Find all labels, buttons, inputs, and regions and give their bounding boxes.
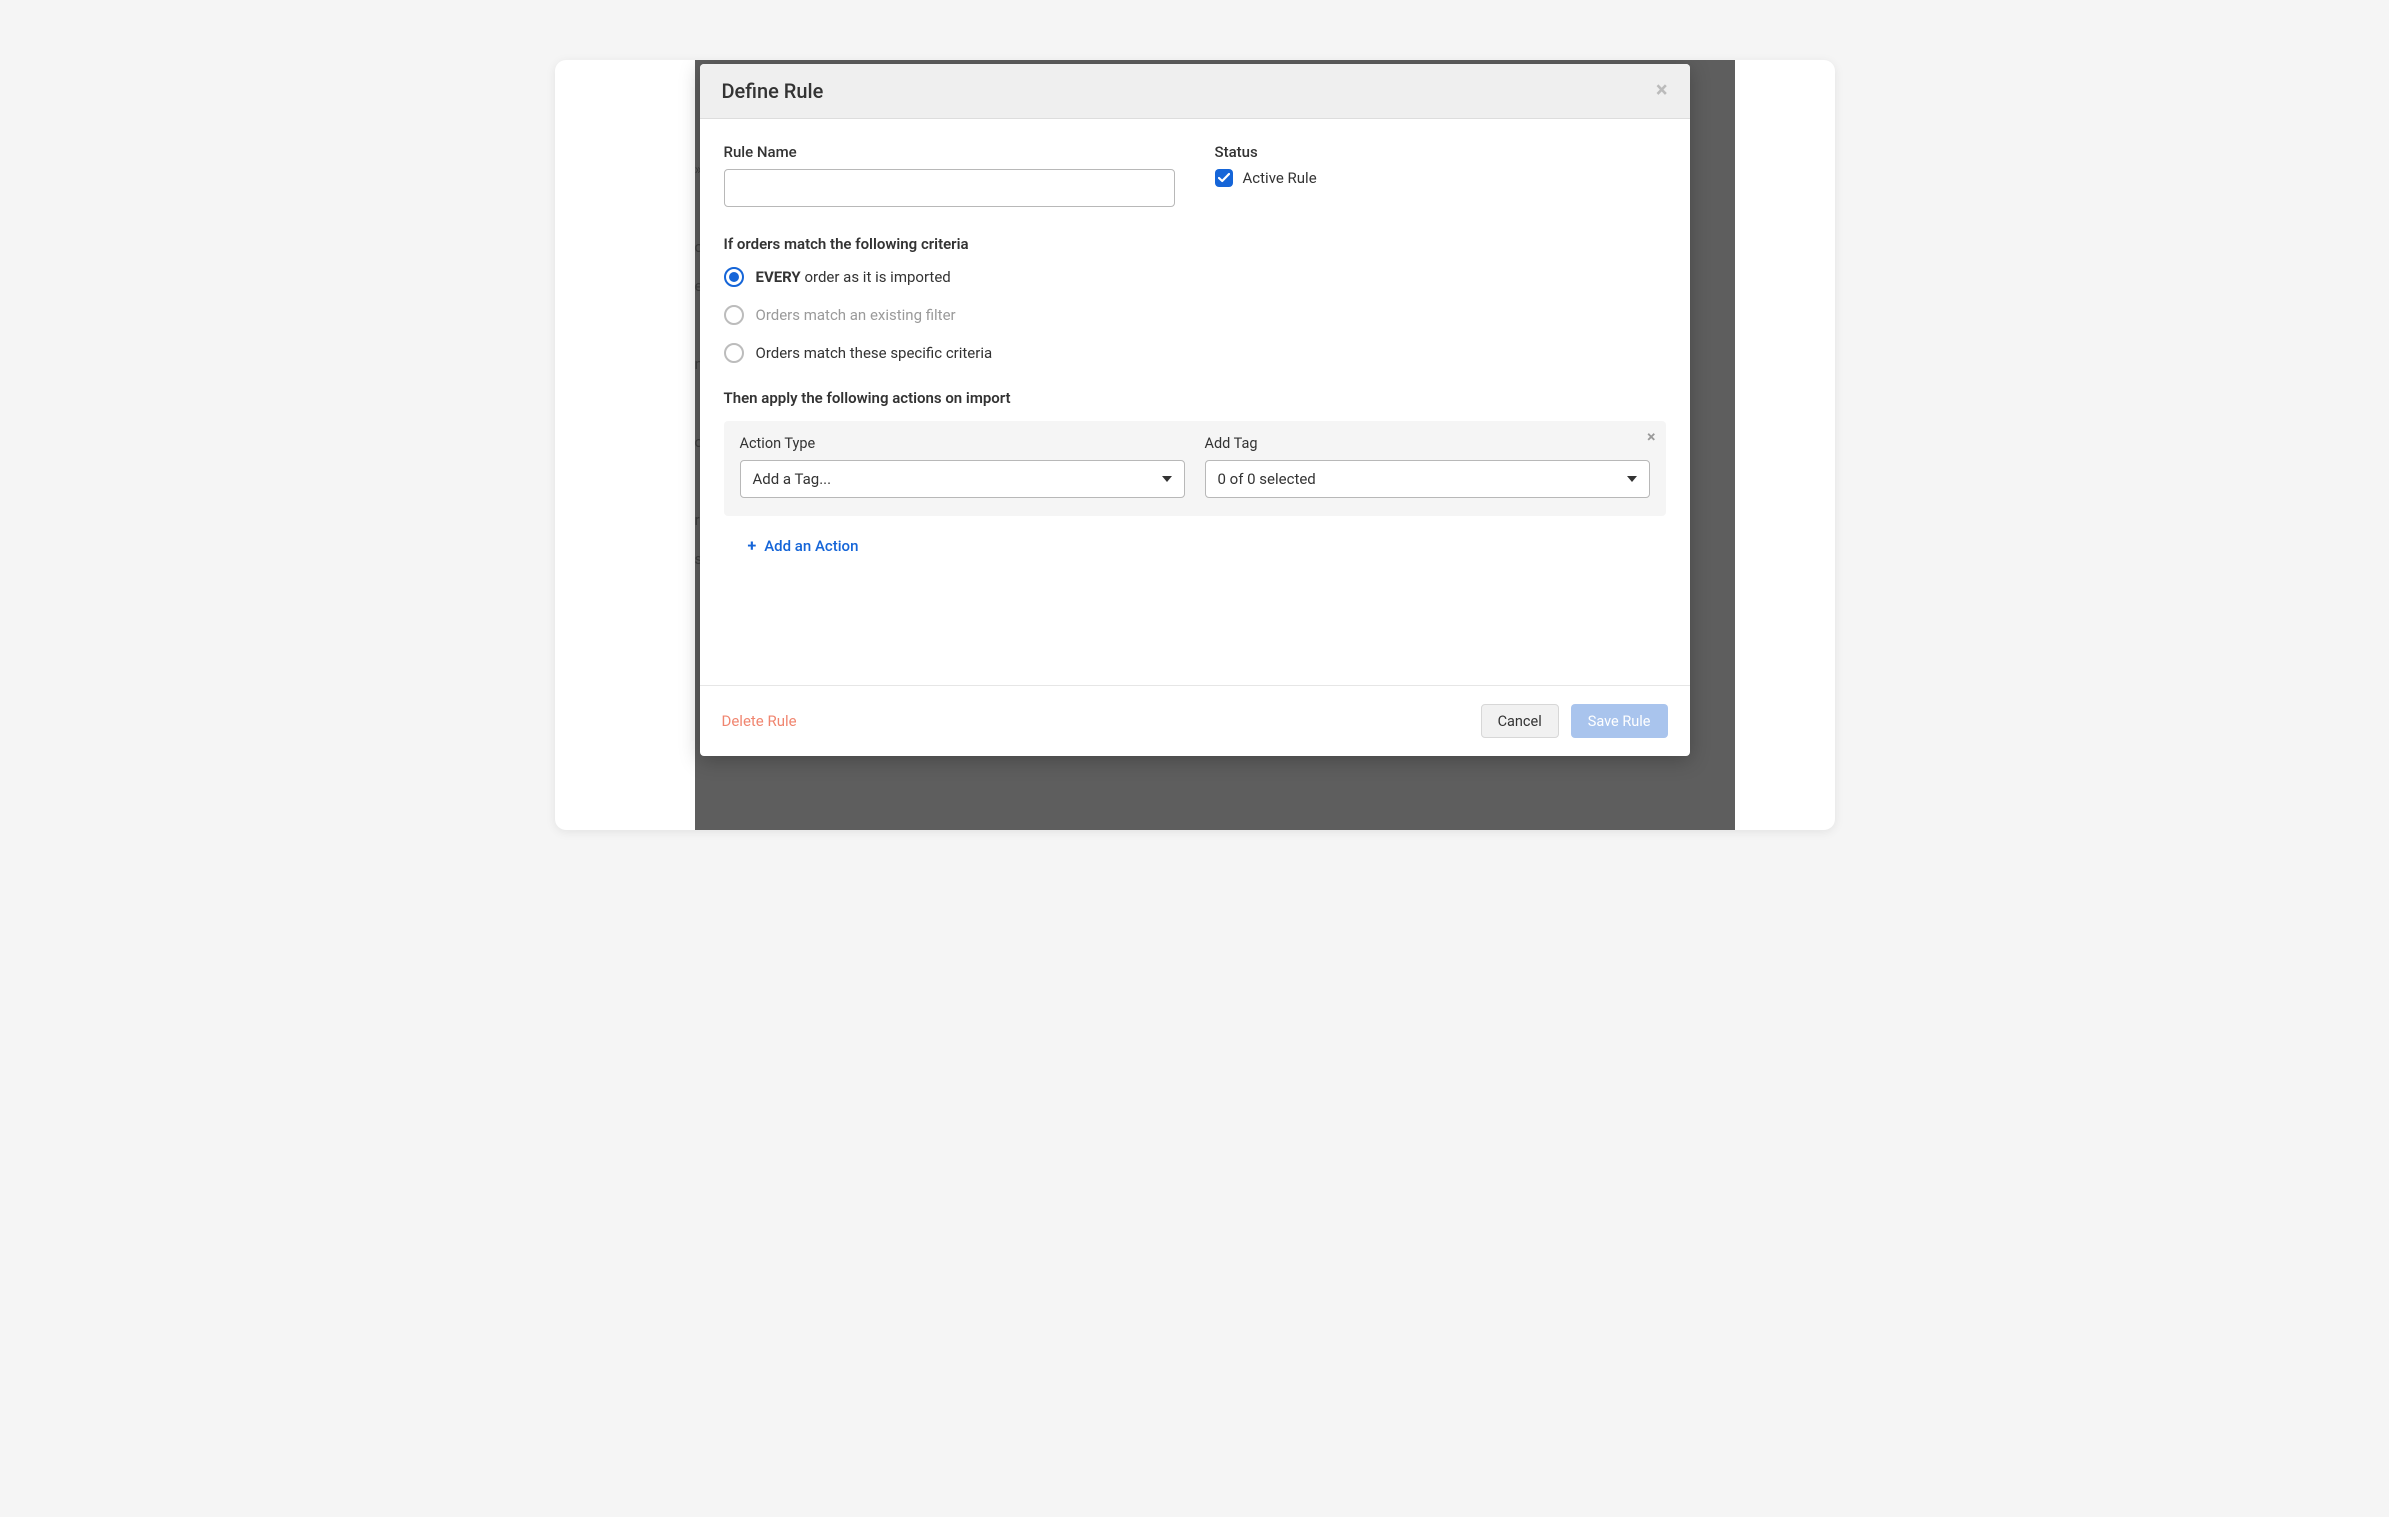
footer-buttons: Cancel Save Rule xyxy=(1481,704,1668,738)
cancel-button[interactable]: Cancel xyxy=(1481,704,1559,738)
active-rule-label: Active Rule xyxy=(1243,169,1317,187)
rule-name-label: Rule Name xyxy=(724,143,1175,161)
add-tag-select[interactable]: 0 of 0 selected xyxy=(1205,460,1650,498)
criteria-option-every[interactable]: EVERY order as it is imported xyxy=(724,267,1666,287)
action-type-column: Action Type Add a Tag... xyxy=(740,435,1185,498)
criteria-option-existing-filter[interactable]: Orders match an existing filter xyxy=(724,305,1666,325)
page-card: » c e n c r s Define Rule × Rule Name St… xyxy=(555,60,1835,830)
criteria-every-rest: order as it is imported xyxy=(801,268,951,286)
rule-name-input[interactable] xyxy=(724,169,1175,207)
add-tag-column: Add Tag 0 of 0 selected xyxy=(1205,435,1650,498)
add-tag-label: Add Tag xyxy=(1205,435,1650,452)
criteria-radio-group: EVERY order as it is imported Orders mat… xyxy=(724,267,1666,363)
active-rule-checkbox[interactable] xyxy=(1215,169,1233,187)
criteria-option-specific[interactable]: Orders match these specific criteria xyxy=(724,343,1666,363)
top-row: Rule Name Status Active Rule xyxy=(724,143,1666,207)
radio-icon xyxy=(724,305,744,325)
radio-icon xyxy=(724,267,744,287)
status-column: Status Active Rule xyxy=(1215,143,1666,207)
radio-label: EVERY order as it is imported xyxy=(756,268,951,286)
add-action-button[interactable]: + Add an Action xyxy=(748,536,859,555)
save-rule-button[interactable]: Save Rule xyxy=(1571,704,1668,738)
modal-body: Rule Name Status Active Rule If order xyxy=(700,119,1690,565)
radio-icon xyxy=(724,343,744,363)
modal-footer: Delete Rule Cancel Save Rule xyxy=(700,685,1690,756)
close-icon[interactable]: × xyxy=(1656,80,1668,102)
chevron-down-icon xyxy=(1162,476,1172,482)
criteria-every-bold: EVERY xyxy=(756,268,801,286)
chevron-down-icon xyxy=(1627,476,1637,482)
actions-heading: Then apply the following actions on impo… xyxy=(724,389,1666,407)
action-type-value: Add a Tag... xyxy=(753,470,832,488)
modal-wrap: Define Rule × Rule Name Status xyxy=(555,60,1835,830)
plus-icon: + xyxy=(748,536,757,555)
define-rule-modal: Define Rule × Rule Name Status xyxy=(700,64,1690,756)
active-rule-row: Active Rule xyxy=(1215,169,1666,187)
add-tag-value: 0 of 0 selected xyxy=(1218,470,1316,488)
radio-label: Orders match these specific criteria xyxy=(756,344,993,362)
status-label: Status xyxy=(1215,143,1666,161)
add-action-label: Add an Action xyxy=(764,537,858,555)
delete-rule-link[interactable]: Delete Rule xyxy=(722,712,797,730)
remove-action-icon[interactable]: × xyxy=(1647,429,1656,445)
action-type-select[interactable]: Add a Tag... xyxy=(740,460,1185,498)
criteria-heading: If orders match the following criteria xyxy=(724,235,1666,253)
rule-name-column: Rule Name xyxy=(724,143,1175,207)
radio-label: Orders match an existing filter xyxy=(756,306,956,324)
action-card: × Action Type Add a Tag... Add Tag 0 of … xyxy=(724,421,1666,516)
action-type-label: Action Type xyxy=(740,435,1185,452)
modal-title: Define Rule xyxy=(722,79,824,103)
modal-header: Define Rule × xyxy=(700,64,1690,119)
check-icon xyxy=(1218,172,1230,184)
